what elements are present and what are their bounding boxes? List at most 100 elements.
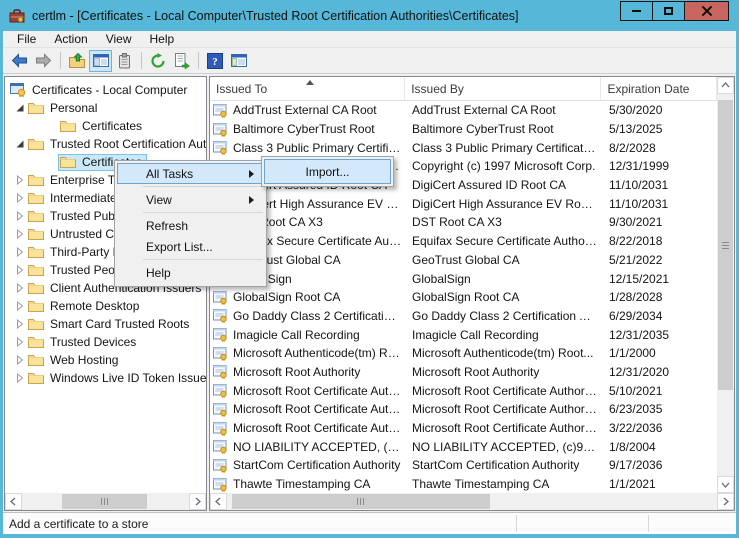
tree-item[interactable]: Personal	[5, 99, 206, 117]
expanded-expander-icon[interactable]	[13, 139, 26, 149]
tree-item[interactable]: Remote Desktop	[5, 297, 206, 315]
table-row[interactable]: DST Root CA X3DST Root CA X39/30/2021	[210, 213, 717, 232]
menu-item-help[interactable]: Help	[117, 262, 264, 283]
collapsed-expander-icon[interactable]	[13, 355, 26, 365]
tree-item[interactable]: Windows Live ID Token Issuer	[5, 369, 206, 387]
column-header-expiration-date[interactable]: Expiration Date	[601, 77, 717, 100]
toolbar: ?	[3, 48, 736, 74]
expanded-expander-icon[interactable]	[13, 103, 26, 113]
back-button[interactable]	[8, 50, 31, 72]
list-horizontal-scrollbar[interactable]	[210, 493, 734, 510]
menu-item-all-tasks[interactable]: All Tasks	[117, 163, 264, 184]
table-row[interactable]: Microsoft Root AuthorityMicrosoft Root A…	[210, 363, 717, 382]
menubar-item-view[interactable]: View	[97, 31, 141, 47]
table-row[interactable]: Equifax Secure Certificate Auth...Equifa…	[210, 232, 717, 251]
folder-icon	[28, 191, 45, 205]
console-window-button[interactable]	[227, 50, 250, 72]
collapsed-expander-icon[interactable]	[13, 265, 26, 275]
tree-horizontal-scrollbar[interactable]	[5, 493, 206, 510]
console-window-icon	[231, 53, 247, 68]
table-row[interactable]: GeoTrust Global CAGeoTrust Global CA5/21…	[210, 251, 717, 270]
scroll-left-button[interactable]	[210, 493, 227, 510]
column-header-issued-by[interactable]: Issued By	[405, 77, 601, 100]
table-row[interactable]: NO LIABILITY ACCEPTED, (c)97 ...NO LIABI…	[210, 437, 717, 456]
help-button[interactable]: ?	[203, 50, 226, 72]
table-row[interactable]: AddTrust External CA RootAddTrust Extern…	[210, 101, 717, 120]
table-row[interactable]: StartCom Certification AuthorityStartCom…	[210, 456, 717, 475]
table-row[interactable]: Microsoft Root Certificate Auth...Micros…	[210, 400, 717, 419]
table-row[interactable]: GlobalSignGlobalSign12/15/2021	[210, 269, 717, 288]
menubar-item-file[interactable]: File	[8, 31, 45, 47]
collapsed-expander-icon[interactable]	[13, 193, 26, 203]
up-one-level-button[interactable]	[65, 50, 88, 72]
scrollbar-track[interactable]	[717, 94, 734, 476]
table-row[interactable]: GlobalSign Root CAGlobalSign Root CA1/28…	[210, 288, 717, 307]
table-row[interactable]: Microsoft Root Certificate Auth...Micros…	[210, 419, 717, 438]
show-console-tree-button[interactable]	[89, 50, 112, 72]
submenu-arrow-icon	[249, 196, 254, 204]
certificate-icon	[213, 402, 229, 417]
scrollbar-track[interactable]	[227, 493, 717, 510]
certificate-icon	[213, 122, 229, 137]
collapsed-expander-icon[interactable]	[13, 229, 26, 239]
table-row[interactable]: Microsoft Root Certificate Auth...Micros…	[210, 381, 717, 400]
certificate-icon	[213, 103, 229, 118]
folder-icon	[28, 245, 45, 259]
list-vertical-scrollbar[interactable]	[717, 77, 734, 493]
minimize-button[interactable]	[620, 1, 653, 21]
status-text: Add a certificate to a store	[9, 517, 148, 531]
scroll-left-button[interactable]	[5, 493, 22, 510]
menu-separator	[143, 212, 263, 213]
tree-item[interactable]: Certificates - Local Computer	[5, 81, 206, 99]
scroll-down-button[interactable]	[717, 476, 734, 493]
scroll-right-button[interactable]	[717, 493, 734, 510]
forward-button[interactable]	[32, 50, 55, 72]
scrollbar-thumb[interactable]	[232, 494, 490, 509]
maximize-button[interactable]	[652, 1, 685, 21]
menu-item-export-list[interactable]: Export List...	[117, 236, 264, 257]
certificate-icon	[213, 364, 229, 379]
collapsed-expander-icon[interactable]	[13, 373, 26, 383]
scrollbar-thumb[interactable]	[718, 100, 733, 390]
table-row[interactable]: Baltimore CyberTrust RootBaltimore Cyber…	[210, 120, 717, 139]
menubar-item-help[interactable]: Help	[141, 31, 184, 47]
tree-item[interactable]: Trusted Root Certification Authorities	[5, 135, 206, 153]
folder-icon	[28, 263, 45, 277]
collapsed-expander-icon[interactable]	[13, 337, 26, 347]
collapsed-expander-icon[interactable]	[13, 211, 26, 221]
certificate-icon	[213, 477, 229, 492]
scrollbar-thumb[interactable]	[62, 494, 147, 509]
menubar-item-action[interactable]: Action	[45, 31, 96, 47]
tree-item[interactable]: Web Hosting	[5, 351, 206, 369]
tree-item[interactable]: Trusted Devices	[5, 333, 206, 351]
clipboard-button[interactable]	[113, 50, 136, 72]
close-button[interactable]	[684, 1, 729, 21]
table-row[interactable]: Microsoft Authenticode(tm) Ro...Microsof…	[210, 344, 717, 363]
menu-item-refresh[interactable]: Refresh	[117, 215, 264, 236]
tree-item[interactable]: Certificates	[5, 117, 206, 135]
scroll-right-button[interactable]	[189, 493, 206, 510]
export-list-button[interactable]	[170, 50, 193, 72]
menu-item-view[interactable]: View	[117, 189, 264, 210]
table-row[interactable]: Class 3 Public Primary Certificat...Clas…	[210, 138, 717, 157]
collapsed-expander-icon[interactable]	[13, 319, 26, 329]
tree-item[interactable]: Smart Card Trusted Roots	[5, 315, 206, 333]
table-row[interactable]: Go Daddy Class 2 Certification ...Go Dad…	[210, 307, 717, 326]
table-row[interactable]: Thawte Timestamping CAThawte Timestampin…	[210, 475, 717, 493]
certificate-icon	[213, 140, 229, 155]
refresh-button[interactable]	[146, 50, 169, 72]
console-root-icon	[10, 82, 27, 98]
folder-icon	[28, 335, 45, 349]
menu-item-import[interactable]: Import...	[264, 159, 391, 184]
show-console-tree-icon	[93, 53, 109, 68]
collapsed-expander-icon[interactable]	[13, 301, 26, 311]
table-row[interactable]: DigiCert High Assurance EV Ro...DigiCert…	[210, 194, 717, 213]
collapsed-expander-icon[interactable]	[13, 283, 26, 293]
table-row[interactable]: Imagicle Call RecordingImagicle Call Rec…	[210, 325, 717, 344]
certificate-icon	[213, 290, 229, 305]
collapsed-expander-icon[interactable]	[13, 175, 26, 185]
scrollbar-track[interactable]	[22, 493, 189, 510]
collapsed-expander-icon[interactable]	[13, 247, 26, 257]
scroll-up-button[interactable]	[717, 77, 734, 94]
status-bar: Add a certificate to a store	[3, 512, 736, 534]
